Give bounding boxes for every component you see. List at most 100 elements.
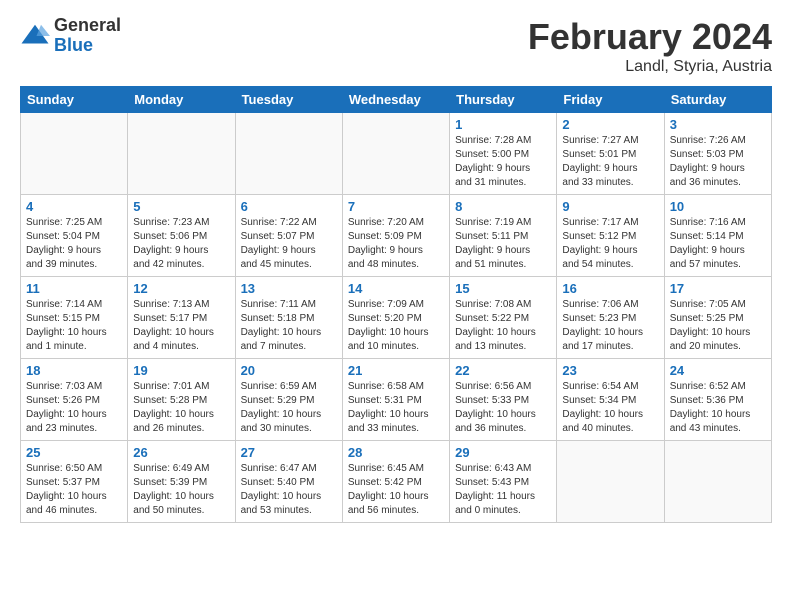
calendar-cell: 2 Sunrise: 7:27 AM Sunset: 5:01 PM Daylig…	[557, 113, 664, 195]
day-number: 15	[455, 281, 551, 296]
day-number: 12	[133, 281, 229, 296]
calendar-week-5: 25Sunrise: 6:50 AM Sunset: 5:37 PM Dayli…	[21, 441, 772, 523]
calendar-cell: 3 Sunrise: 7:26 AM Sunset: 5:03 PM Daylig…	[664, 113, 771, 195]
day-info: Sunrise: 7:11 AM Sunset: 5:18 PM Dayligh…	[241, 298, 337, 354]
day-number: 13	[241, 281, 337, 296]
calendar-week-2: 4 Sunrise: 7:25 AM Sunset: 5:04 PM Daylig…	[21, 195, 772, 277]
calendar-cell: 21 Sunrise: 6:58 AM Sunset: 5:31 PM Dayli…	[342, 359, 449, 441]
day-number: 28	[348, 445, 444, 460]
day-info: Sunrise: 6:43 AM Sunset: 5:43 PM Dayligh…	[455, 462, 551, 518]
calendar-cell: 23 Sunrise: 6:54 AM Sunset: 5:34 PM Dayli…	[557, 359, 664, 441]
calendar-cell: 29 Sunrise: 6:43 AM Sunset: 5:43 PM Dayli…	[450, 441, 557, 523]
day-number: 6	[241, 199, 337, 214]
calendar-cell: 6 Sunrise: 7:22 AM Sunset: 5:07 PM Daylig…	[235, 195, 342, 277]
day-number: 14	[348, 281, 444, 296]
day-info: Sunrise: 7:08 AM Sunset: 5:22 PM Dayligh…	[455, 298, 551, 354]
day-info: Sunrise: 7:05 AM Sunset: 5:25 PM Dayligh…	[670, 298, 766, 354]
col-tuesday: Tuesday	[235, 87, 342, 113]
calendar-title: February 2024	[528, 16, 772, 58]
calendar-cell: 4 Sunrise: 7:25 AM Sunset: 5:04 PM Daylig…	[21, 195, 128, 277]
day-info: Sunrise: 6:56 AM Sunset: 5:33 PM Dayligh…	[455, 380, 551, 436]
day-number: 3	[670, 117, 766, 132]
calendar-cell: 17 Sunrise: 7:05 AM Sunset: 5:25 PM Dayli…	[664, 277, 771, 359]
logo-icon	[20, 21, 50, 51]
calendar-header-row: Sunday Monday Tuesday Wednesday Thursday…	[21, 87, 772, 113]
day-number: 5	[133, 199, 229, 214]
day-info: Sunrise: 6:47 AM Sunset: 5:40 PM Dayligh…	[241, 462, 337, 518]
day-info: Sunrise: 7:03 AM Sunset: 5:26 PM Dayligh…	[26, 380, 122, 436]
col-sunday: Sunday	[21, 87, 128, 113]
calendar-cell: 26 Sunrise: 6:49 AM Sunset: 5:39 PM Dayli…	[128, 441, 235, 523]
page: General Blue February 2024 Landl, Styria…	[0, 0, 792, 612]
calendar-cell: 20Sunrise: 6:59 AM Sunset: 5:29 PM Dayli…	[235, 359, 342, 441]
day-number: 2	[562, 117, 658, 132]
day-info: Sunrise: 7:16 AM Sunset: 5:14 PM Dayligh…	[670, 216, 766, 272]
day-info: Sunrise: 7:25 AM Sunset: 5:04 PM Dayligh…	[26, 216, 122, 272]
calendar-cell	[342, 113, 449, 195]
day-number: 11	[26, 281, 122, 296]
day-number: 4	[26, 199, 122, 214]
col-wednesday: Wednesday	[342, 87, 449, 113]
day-info: Sunrise: 6:54 AM Sunset: 5:34 PM Dayligh…	[562, 380, 658, 436]
calendar-cell	[664, 441, 771, 523]
calendar-cell	[128, 113, 235, 195]
day-number: 1	[455, 117, 551, 132]
day-info: Sunrise: 7:14 AM Sunset: 5:15 PM Dayligh…	[26, 298, 122, 354]
col-thursday: Thursday	[450, 87, 557, 113]
logo-text: General Blue	[54, 16, 121, 56]
calendar-cell: 14 Sunrise: 7:09 AM Sunset: 5:20 PM Dayli…	[342, 277, 449, 359]
header: General Blue February 2024 Landl, Styria…	[20, 16, 772, 76]
day-number: 19	[133, 363, 229, 378]
day-number: 21	[348, 363, 444, 378]
calendar-cell: 19 Sunrise: 7:01 AM Sunset: 5:28 PM Dayli…	[128, 359, 235, 441]
day-number: 23	[562, 363, 658, 378]
day-number: 8	[455, 199, 551, 214]
title-block: February 2024 Landl, Styria, Austria	[528, 16, 772, 76]
day-info: Sunrise: 7:27 AM Sunset: 5:01 PM Dayligh…	[562, 134, 658, 190]
day-number: 26	[133, 445, 229, 460]
day-info: Sunrise: 7:09 AM Sunset: 5:20 PM Dayligh…	[348, 298, 444, 354]
col-friday: Friday	[557, 87, 664, 113]
calendar-cell: 22 Sunrise: 6:56 AM Sunset: 5:33 PM Dayli…	[450, 359, 557, 441]
calendar-cell: 15 Sunrise: 7:08 AM Sunset: 5:22 PM Dayli…	[450, 277, 557, 359]
calendar-week-4: 18Sunrise: 7:03 AM Sunset: 5:26 PM Dayli…	[21, 359, 772, 441]
day-number: 27	[241, 445, 337, 460]
day-number: 24	[670, 363, 766, 378]
day-info: Sunrise: 7:20 AM Sunset: 5:09 PM Dayligh…	[348, 216, 444, 272]
col-saturday: Saturday	[664, 87, 771, 113]
day-number: 16	[562, 281, 658, 296]
calendar-cell: 9Sunrise: 7:17 AM Sunset: 5:12 PM Daylig…	[557, 195, 664, 277]
day-info: Sunrise: 7:19 AM Sunset: 5:11 PM Dayligh…	[455, 216, 551, 272]
day-info: Sunrise: 7:26 AM Sunset: 5:03 PM Dayligh…	[670, 134, 766, 190]
calendar-table: Sunday Monday Tuesday Wednesday Thursday…	[20, 86, 772, 523]
calendar-cell	[235, 113, 342, 195]
day-number: 7	[348, 199, 444, 214]
day-number: 29	[455, 445, 551, 460]
calendar-cell: 1Sunrise: 7:28 AM Sunset: 5:00 PM Daylig…	[450, 113, 557, 195]
calendar-cell: 28 Sunrise: 6:45 AM Sunset: 5:42 PM Dayli…	[342, 441, 449, 523]
calendar-cell: 24Sunrise: 6:52 AM Sunset: 5:36 PM Dayli…	[664, 359, 771, 441]
logo-general: General	[54, 16, 121, 36]
day-info: Sunrise: 7:22 AM Sunset: 5:07 PM Dayligh…	[241, 216, 337, 272]
day-info: Sunrise: 7:01 AM Sunset: 5:28 PM Dayligh…	[133, 380, 229, 436]
day-info: Sunrise: 6:49 AM Sunset: 5:39 PM Dayligh…	[133, 462, 229, 518]
logo: General Blue	[20, 16, 121, 56]
calendar-cell: 18Sunrise: 7:03 AM Sunset: 5:26 PM Dayli…	[21, 359, 128, 441]
day-number: 17	[670, 281, 766, 296]
day-number: 10	[670, 199, 766, 214]
calendar-cell: 13 Sunrise: 7:11 AM Sunset: 5:18 PM Dayli…	[235, 277, 342, 359]
day-info: Sunrise: 7:13 AM Sunset: 5:17 PM Dayligh…	[133, 298, 229, 354]
calendar-cell: 7 Sunrise: 7:20 AM Sunset: 5:09 PM Daylig…	[342, 195, 449, 277]
day-info: Sunrise: 6:58 AM Sunset: 5:31 PM Dayligh…	[348, 380, 444, 436]
day-info: Sunrise: 7:23 AM Sunset: 5:06 PM Dayligh…	[133, 216, 229, 272]
col-monday: Monday	[128, 87, 235, 113]
calendar-cell: 16Sunrise: 7:06 AM Sunset: 5:23 PM Dayli…	[557, 277, 664, 359]
day-number: 22	[455, 363, 551, 378]
calendar-cell: 25Sunrise: 6:50 AM Sunset: 5:37 PM Dayli…	[21, 441, 128, 523]
day-info: Sunrise: 6:45 AM Sunset: 5:42 PM Dayligh…	[348, 462, 444, 518]
calendar-cell: 27 Sunrise: 6:47 AM Sunset: 5:40 PM Dayli…	[235, 441, 342, 523]
calendar-cell: 5 Sunrise: 7:23 AM Sunset: 5:06 PM Daylig…	[128, 195, 235, 277]
calendar-week-3: 11 Sunrise: 7:14 AM Sunset: 5:15 PM Dayli…	[21, 277, 772, 359]
day-number: 20	[241, 363, 337, 378]
day-info: Sunrise: 6:50 AM Sunset: 5:37 PM Dayligh…	[26, 462, 122, 518]
